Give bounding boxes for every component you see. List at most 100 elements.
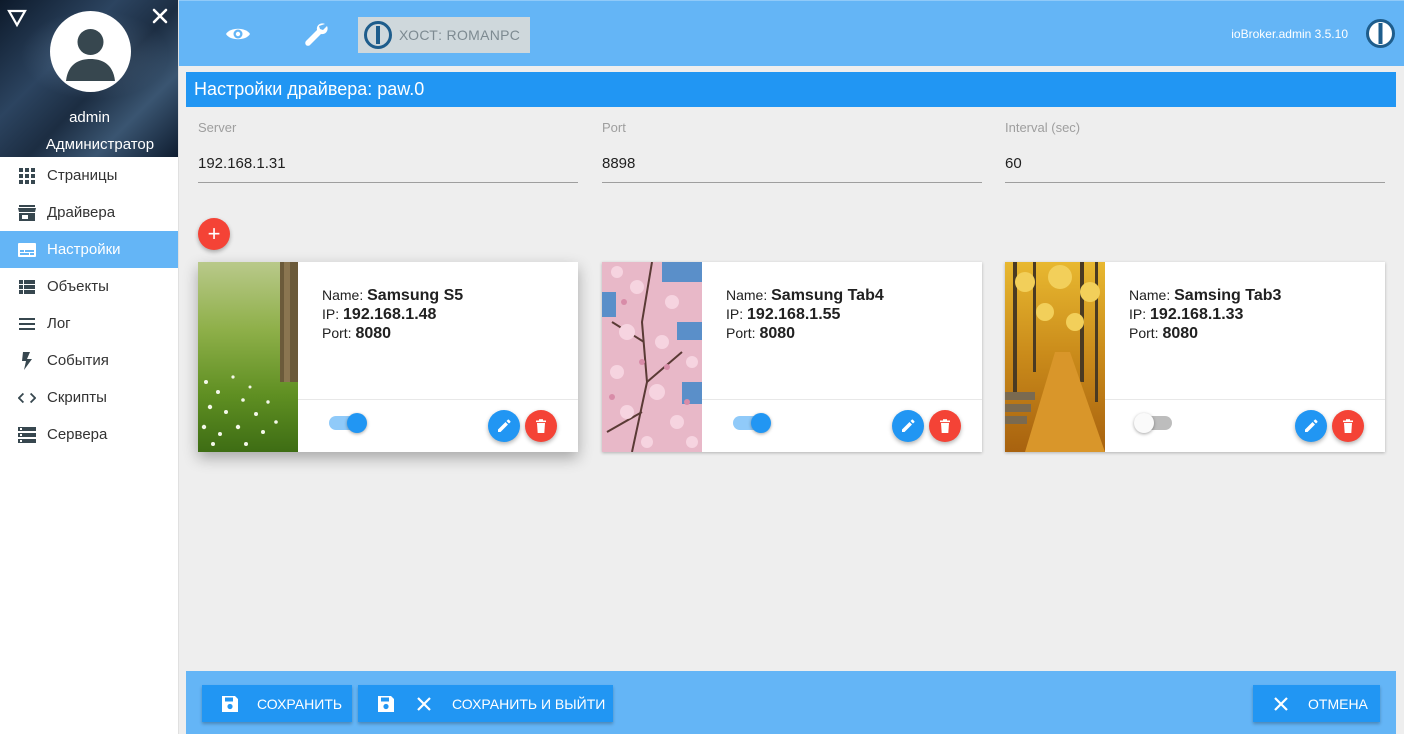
device-ip: 192.168.1.48 (343, 306, 437, 323)
card-divider (298, 399, 578, 400)
sidebar-item-label: Скрипты (47, 389, 107, 406)
interval-field[interactable]: Interval (sec) 60 (1005, 120, 1385, 183)
floppy-icon (220, 694, 240, 714)
device-port: 8080 (1162, 325, 1199, 342)
port-value[interactable]: 8898 (602, 155, 982, 172)
cancel-label: ОТМЕНА (1308, 695, 1368, 712)
device-card: Name: Samsung S5 IP: 192.168.1.48 Port: … (198, 262, 578, 452)
close-icon[interactable] (150, 6, 170, 26)
sidebar: admin Администратор Страницы Драйвера На… (0, 0, 179, 734)
card-divider (1105, 399, 1385, 400)
page-title: Настройки драйвера: paw.0 (186, 72, 1396, 107)
port-field[interactable]: Port 8898 (602, 120, 982, 183)
close-icon (1271, 694, 1291, 714)
pencil-icon (1305, 419, 1318, 432)
sidebar-item-log[interactable]: Лог (0, 305, 178, 342)
sidebar-item-drivers[interactable]: Драйвера (0, 194, 178, 231)
menu-lines-icon (18, 315, 36, 333)
save-and-exit-button[interactable]: СОХРАНИТЬ И ВЫЙТИ (358, 685, 613, 722)
device-enable-toggle[interactable] (329, 413, 367, 433)
server-label: Server (198, 120, 237, 135)
device-name: Samsung S5 (367, 287, 464, 304)
host-selector[interactable]: ХОСТ: ROMANPC (358, 17, 530, 53)
device-ip: 192.168.1.33 (1150, 306, 1244, 323)
list-icon (18, 278, 36, 296)
device-name: Samsung Tab4 (771, 287, 884, 304)
user-silhouette-icon (66, 29, 115, 81)
device-enable-toggle[interactable] (1134, 413, 1172, 433)
sidebar-item-events[interactable]: События (0, 342, 178, 379)
save-label: СОХРАНИТЬ (257, 695, 343, 712)
device-enable-toggle[interactable] (733, 413, 771, 433)
delete-device-button[interactable] (1332, 410, 1364, 442)
device-port: 8080 (355, 325, 392, 342)
top-app-bar: ХОСТ: ROMANPC ioBroker.admin 3.5.10 (179, 0, 1404, 66)
server-icon (18, 426, 36, 444)
device-name: Samsing Tab3 (1174, 287, 1282, 304)
ip-label: IP: (322, 306, 340, 322)
store-icon (18, 204, 36, 222)
server-value[interactable]: 192.168.1.31 (198, 155, 578, 172)
bottom-action-bar: СОХРАНИТЬ СОХРАНИТЬ И ВЫЙТИ ОТМЕНА (186, 671, 1396, 734)
sidebar-item-settings[interactable]: Настройки (0, 231, 178, 268)
profile-header: admin Администратор (0, 0, 178, 157)
save-button[interactable]: СОХРАНИТЬ (202, 685, 352, 722)
version-label: ioBroker.admin 3.5.10 (1231, 27, 1348, 41)
server-field[interactable]: Server 192.168.1.31 (198, 120, 578, 183)
device-info: Name: Samsung Tab4 IP: 192.168.1.55 Port… (726, 286, 884, 343)
sidebar-item-label: Сервера (47, 426, 108, 443)
trash-icon (536, 419, 546, 433)
pencil-icon (498, 419, 511, 432)
code-icon (18, 389, 36, 407)
device-image-autumn (1005, 262, 1105, 452)
port-label: Port: (322, 325, 352, 341)
pencil-icon (902, 419, 915, 432)
edit-device-button[interactable] (892, 410, 924, 442)
edit-device-button[interactable] (1295, 410, 1327, 442)
iobroker-brand-icon[interactable] (1365, 18, 1396, 49)
wrench-icon[interactable] (303, 21, 329, 47)
iobroker-logo-icon (364, 21, 392, 49)
eye-icon[interactable] (225, 21, 251, 47)
sidebar-item-label: Объекты (47, 278, 109, 295)
device-ip: 192.168.1.55 (747, 306, 841, 323)
port-label: Port: (1129, 325, 1159, 341)
sidebar-item-label: Настройки (47, 241, 121, 258)
sidebar-item-label: Драйвера (47, 204, 116, 221)
sidebar-item-servers[interactable]: Сервера (0, 416, 178, 453)
name-label: Name: (322, 287, 364, 303)
triangle-logo-icon[interactable] (7, 8, 27, 28)
sidebar-item-label: Страницы (47, 167, 118, 184)
name-label: Name: (1129, 287, 1171, 303)
cancel-button[interactable]: ОТМЕНА (1253, 685, 1380, 722)
sidebar-item-objects[interactable]: Объекты (0, 268, 178, 305)
card-divider (702, 399, 982, 400)
ip-label: IP: (726, 306, 744, 322)
main-content: Настройки драйвера: paw.0 Server 192.168… (186, 72, 1396, 662)
trash-icon (1343, 419, 1353, 433)
settings-panel-icon (18, 241, 36, 259)
sidebar-item-label: Лог (47, 315, 71, 332)
add-device-button[interactable]: + (198, 218, 230, 250)
device-info: Name: Samsing Tab3 IP: 192.168.1.33 Port… (1129, 286, 1281, 343)
name-label: Name: (726, 287, 768, 303)
device-image-blossom (602, 262, 702, 452)
edit-device-button[interactable] (488, 410, 520, 442)
avatar[interactable] (50, 11, 131, 92)
sidebar-item-scripts[interactable]: Скрипты (0, 379, 178, 416)
interval-label: Interval (sec) (1005, 120, 1081, 135)
delete-device-button[interactable] (525, 410, 557, 442)
host-label: ХОСТ: ROMANPC (399, 27, 521, 43)
ip-label: IP: (1129, 306, 1147, 322)
flash-icon (18, 351, 36, 370)
sidebar-item-label: События (47, 352, 109, 369)
device-card: Name: Samsung Tab4 IP: 192.168.1.55 Port… (602, 262, 982, 452)
sidebar-item-pages[interactable]: Страницы (0, 157, 178, 194)
interval-value[interactable]: 60 (1005, 155, 1385, 172)
port-label: Port (602, 120, 626, 135)
save-and-exit-label: СОХРАНИТЬ И ВЫЙТИ (452, 695, 606, 712)
delete-device-button[interactable] (929, 410, 961, 442)
device-port: 8080 (759, 325, 796, 342)
device-info: Name: Samsung S5 IP: 192.168.1.48 Port: … (322, 286, 463, 343)
device-image-meadow (198, 262, 298, 452)
